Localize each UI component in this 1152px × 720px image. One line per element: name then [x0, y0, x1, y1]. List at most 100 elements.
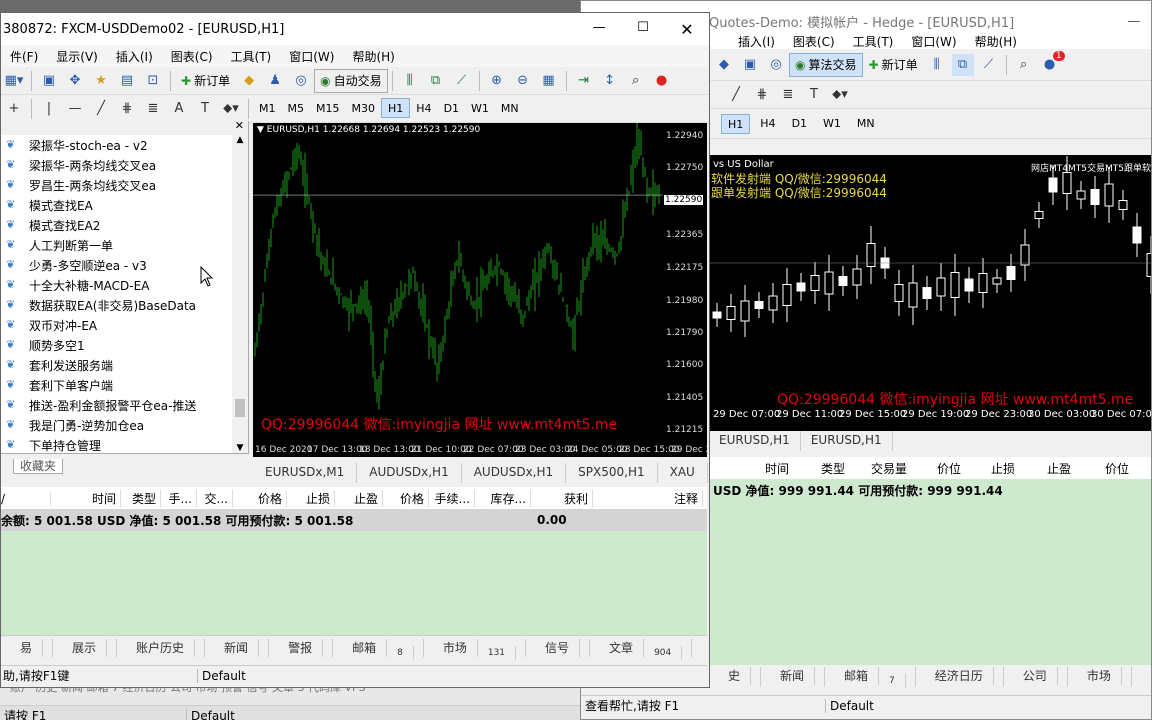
chart-tab[interactable]: EURUSD,H1	[801, 431, 893, 451]
column-header[interactable]: 库存...	[475, 490, 531, 507]
vline-icon[interactable]: |	[38, 98, 60, 120]
column-header[interactable]: 手...	[161, 490, 197, 507]
terminal-tab[interactable]: 警报	[269, 639, 334, 657]
column-header[interactable]: 止盈	[1019, 460, 1075, 477]
text-icon[interactable]: T	[803, 84, 825, 106]
terminal-tab[interactable]: 易	[1, 639, 54, 657]
minimize-icon[interactable]: —	[577, 20, 621, 39]
column-header[interactable]: 交...	[197, 490, 233, 507]
navigator-item[interactable]: ❦ 双币对冲-EA	[1, 315, 248, 335]
navigator-item[interactable]: ❦ 套利发送服务端	[1, 355, 248, 375]
label-icon[interactable]: T	[194, 98, 216, 120]
navigator-item[interactable]: ❦ 梁振华-stoch-ea - v2	[1, 135, 248, 155]
chart-tab[interactable]: AUDUSDx,H1	[462, 463, 567, 483]
column-header[interactable]: 价格	[383, 490, 429, 507]
chart-tab[interactable]: SPX500,H1	[566, 463, 658, 483]
channel-icon[interactable]: ⋕	[116, 98, 138, 120]
fibo-icon[interactable]: ≣	[142, 98, 164, 120]
navigator-item[interactable]: ❦ 下单持仓管理	[1, 435, 248, 453]
navigator-item[interactable]: ❦ 套利下单客户端	[1, 375, 248, 395]
timeframe-M30[interactable]: M30	[346, 99, 382, 119]
column-header[interactable]: 止损	[965, 460, 1019, 477]
trendline-icon[interactable]: ╱	[90, 98, 112, 120]
zoom-window-icon[interactable]: ⊡	[142, 70, 164, 92]
candle-icon[interactable]: ⧉	[951, 53, 974, 76]
auto-trading-button[interactable]: ◉ 自动交易	[314, 68, 388, 93]
scroll-up-icon[interactable]: ▲	[232, 135, 248, 145]
search-icon[interactable]: ⌕	[625, 70, 647, 92]
timeframe-D1[interactable]: D1	[438, 99, 465, 119]
navigator-tab[interactable]: 收藏夹	[1, 453, 249, 477]
chart-tab[interactable]: AUDUSDx,H1	[357, 463, 462, 483]
navigator-item[interactable]: ❦ 顺势多空1	[1, 335, 248, 355]
new-order-button[interactable]: ✚ 新订单	[175, 69, 236, 93]
timeframe-D1[interactable]: D1	[786, 114, 813, 134]
tab-scroll-icon[interactable]: ◂ ▸	[708, 463, 709, 483]
column-header[interactable]: 获利	[531, 490, 593, 507]
menu-item[interactable]: 显示(V)	[47, 48, 107, 65]
minimize-icon[interactable]: —	[1117, 14, 1151, 29]
navigator-item[interactable]: ❦ 推送-盈利金额报警平仓ea-推送	[1, 395, 248, 415]
terminal-tab[interactable]: 市场 131	[424, 639, 527, 660]
channel-icon[interactable]: ⋕	[751, 84, 773, 106]
column-header[interactable]: 手续...	[429, 490, 475, 507]
chart-type-icon[interactable]: ▣	[739, 54, 761, 76]
timeframe-W1[interactable]: W1	[465, 99, 495, 119]
menu-item[interactable]: 图表(C)	[784, 33, 844, 50]
menu-item[interactable]: 窗口(W)	[280, 48, 343, 65]
navigator-item[interactable]: ❦ 模式查找EA	[1, 195, 248, 215]
mt5-chart[interactable]: vs US Dollar 软件发射端 QQ/微信:29996044 跟单发射端 …	[709, 155, 1151, 431]
line-icon[interactable]: ╱	[725, 84, 747, 106]
shapes-icon[interactable]: ⬥▾	[220, 98, 242, 120]
terminal-tab[interactable]: 展示	[53, 639, 118, 657]
menu-item[interactable]: 插入(I)	[107, 48, 162, 65]
signal-icon[interactable]: ◎	[765, 54, 787, 76]
alert-icon[interactable]: ●	[651, 70, 673, 92]
navigator-icon[interactable]: ▤	[116, 70, 138, 92]
scroll-thumb[interactable]	[235, 399, 245, 417]
user-icon[interactable]: ♟	[264, 70, 286, 92]
navigator-item[interactable]: ❦ 我是门勇-逆势加仓ea	[1, 415, 248, 435]
column-header[interactable]: 类型	[793, 460, 849, 477]
algo-trading-button[interactable]: ◉ 算法交易	[789, 52, 863, 77]
column-header[interactable]: 止盈	[335, 490, 383, 507]
column-header[interactable]: 时间	[709, 460, 793, 477]
chart-tab[interactable]: EURUSD,H1	[709, 431, 801, 451]
navigator-scrollbar[interactable]: ▲ ▼	[232, 135, 248, 453]
menu-item[interactable]: 工具(T)	[222, 48, 281, 65]
navigator-item[interactable]: ❦ 梁振华-两条均线交叉ea	[1, 155, 248, 175]
terminal-tab[interactable]: 新闻	[205, 639, 270, 657]
chart-tab[interactable]: EURUSDx,M1	[253, 463, 358, 483]
scroll-down-icon[interactable]: ▼	[232, 443, 248, 453]
line-chart-icon[interactable]: ⟋	[451, 70, 473, 92]
timeframe-H1[interactable]: H1	[381, 98, 411, 118]
navigator-item[interactable]: ❦ 模式查找EA2	[1, 215, 248, 235]
timeframe-H1[interactable]: H1	[721, 113, 751, 134]
profiles-icon[interactable]: ▣	[38, 70, 60, 92]
notification-icon[interactable]: ● 1	[1039, 50, 1065, 76]
timeframe-W1[interactable]: W1	[817, 114, 847, 134]
maximize-icon[interactable]: ☐	[621, 20, 665, 39]
close-icon[interactable]: ✕	[235, 119, 244, 132]
column-header[interactable]: 价位	[911, 460, 965, 477]
tile-icon[interactable]: ▦	[538, 70, 560, 92]
timeframe-MN[interactable]: MN	[495, 99, 525, 119]
terminal-tab[interactable]: 市场	[1068, 667, 1132, 687]
signal-icon[interactable]: ◎	[290, 70, 312, 92]
timeframe-H4[interactable]: H4	[410, 99, 437, 119]
crosshair-icon[interactable]: ✥	[64, 70, 86, 92]
diamond-icon[interactable]: ◆	[238, 70, 260, 92]
fibo-icon[interactable]: ≣	[777, 84, 799, 106]
column-header[interactable]: 止损	[287, 490, 335, 507]
terminal-tab[interactable]: 信号	[526, 639, 591, 657]
timeframe-M1[interactable]: M1	[253, 99, 282, 119]
zoom-out-icon[interactable]: ⊖	[512, 70, 534, 92]
zoom-in-icon[interactable]: ⊕	[486, 70, 508, 92]
terminal-tab[interactable]: 新闻	[761, 667, 826, 687]
column-header[interactable]: /	[1, 491, 51, 506]
close-icon[interactable]: ✕	[665, 20, 709, 39]
cursor-icon[interactable]: +	[3, 98, 25, 120]
terminal-tab[interactable]: 史	[709, 667, 762, 687]
hline-icon[interactable]: —	[64, 98, 86, 120]
navigator-item[interactable]: ❦ 人工判断第一单	[1, 235, 248, 255]
